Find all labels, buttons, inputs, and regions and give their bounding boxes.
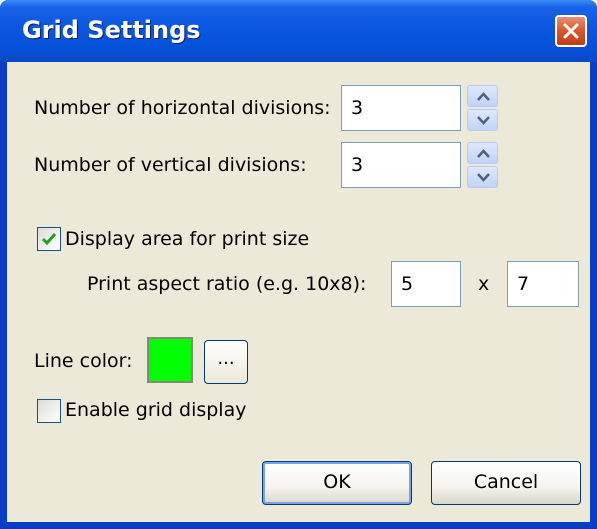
line-color-label: Line color: [34,350,133,372]
display-area-label[interactable]: Display area for print size [65,228,309,250]
checkmark-icon [41,233,57,246]
vertical-divisions-input[interactable]: 3 [341,142,461,188]
vertical-divisions-spinner [467,142,498,188]
horizontal-spin-down-button[interactable] [467,109,498,131]
display-area-checkbox[interactable] [37,227,61,251]
enable-grid-label[interactable]: Enable grid display [65,399,246,421]
cancel-button[interactable]: Cancel [431,461,581,505]
arrow-down-icon [477,116,490,125]
horizontal-spin-up-button[interactable] [467,85,498,107]
grid-settings-dialog: Grid Settings Number of horizontal divis… [0,0,597,529]
ok-button[interactable]: OK [262,461,412,505]
arrow-down-icon [477,173,490,182]
dialog-title: Grid Settings [22,16,201,44]
color-picker-button[interactable]: ... [204,340,248,384]
title-bar[interactable]: Grid Settings [0,0,597,62]
vertical-divisions-label: Number of vertical divisions: [34,154,307,176]
aspect-separator: x [478,273,490,295]
aspect-width-input[interactable]: 5 [391,261,461,307]
arrow-up-icon [477,149,490,158]
arrow-up-icon [477,92,490,101]
enable-grid-checkbox[interactable] [37,399,61,423]
close-button[interactable] [555,15,587,47]
horizontal-divisions-label: Number of horizontal divisions: [34,97,331,119]
vertical-spin-up-button[interactable] [467,142,498,164]
close-icon [563,23,579,39]
vertical-spin-down-button[interactable] [467,166,498,188]
horizontal-divisions-spinner [467,85,498,131]
horizontal-divisions-input[interactable]: 3 [341,85,461,131]
aspect-height-input[interactable]: 7 [507,261,579,307]
aspect-ratio-label: Print aspect ratio (e.g. 10x8): [87,273,367,295]
line-color-swatch [147,337,193,383]
dialog-body: Number of horizontal divisions: 3 Number… [7,62,590,522]
